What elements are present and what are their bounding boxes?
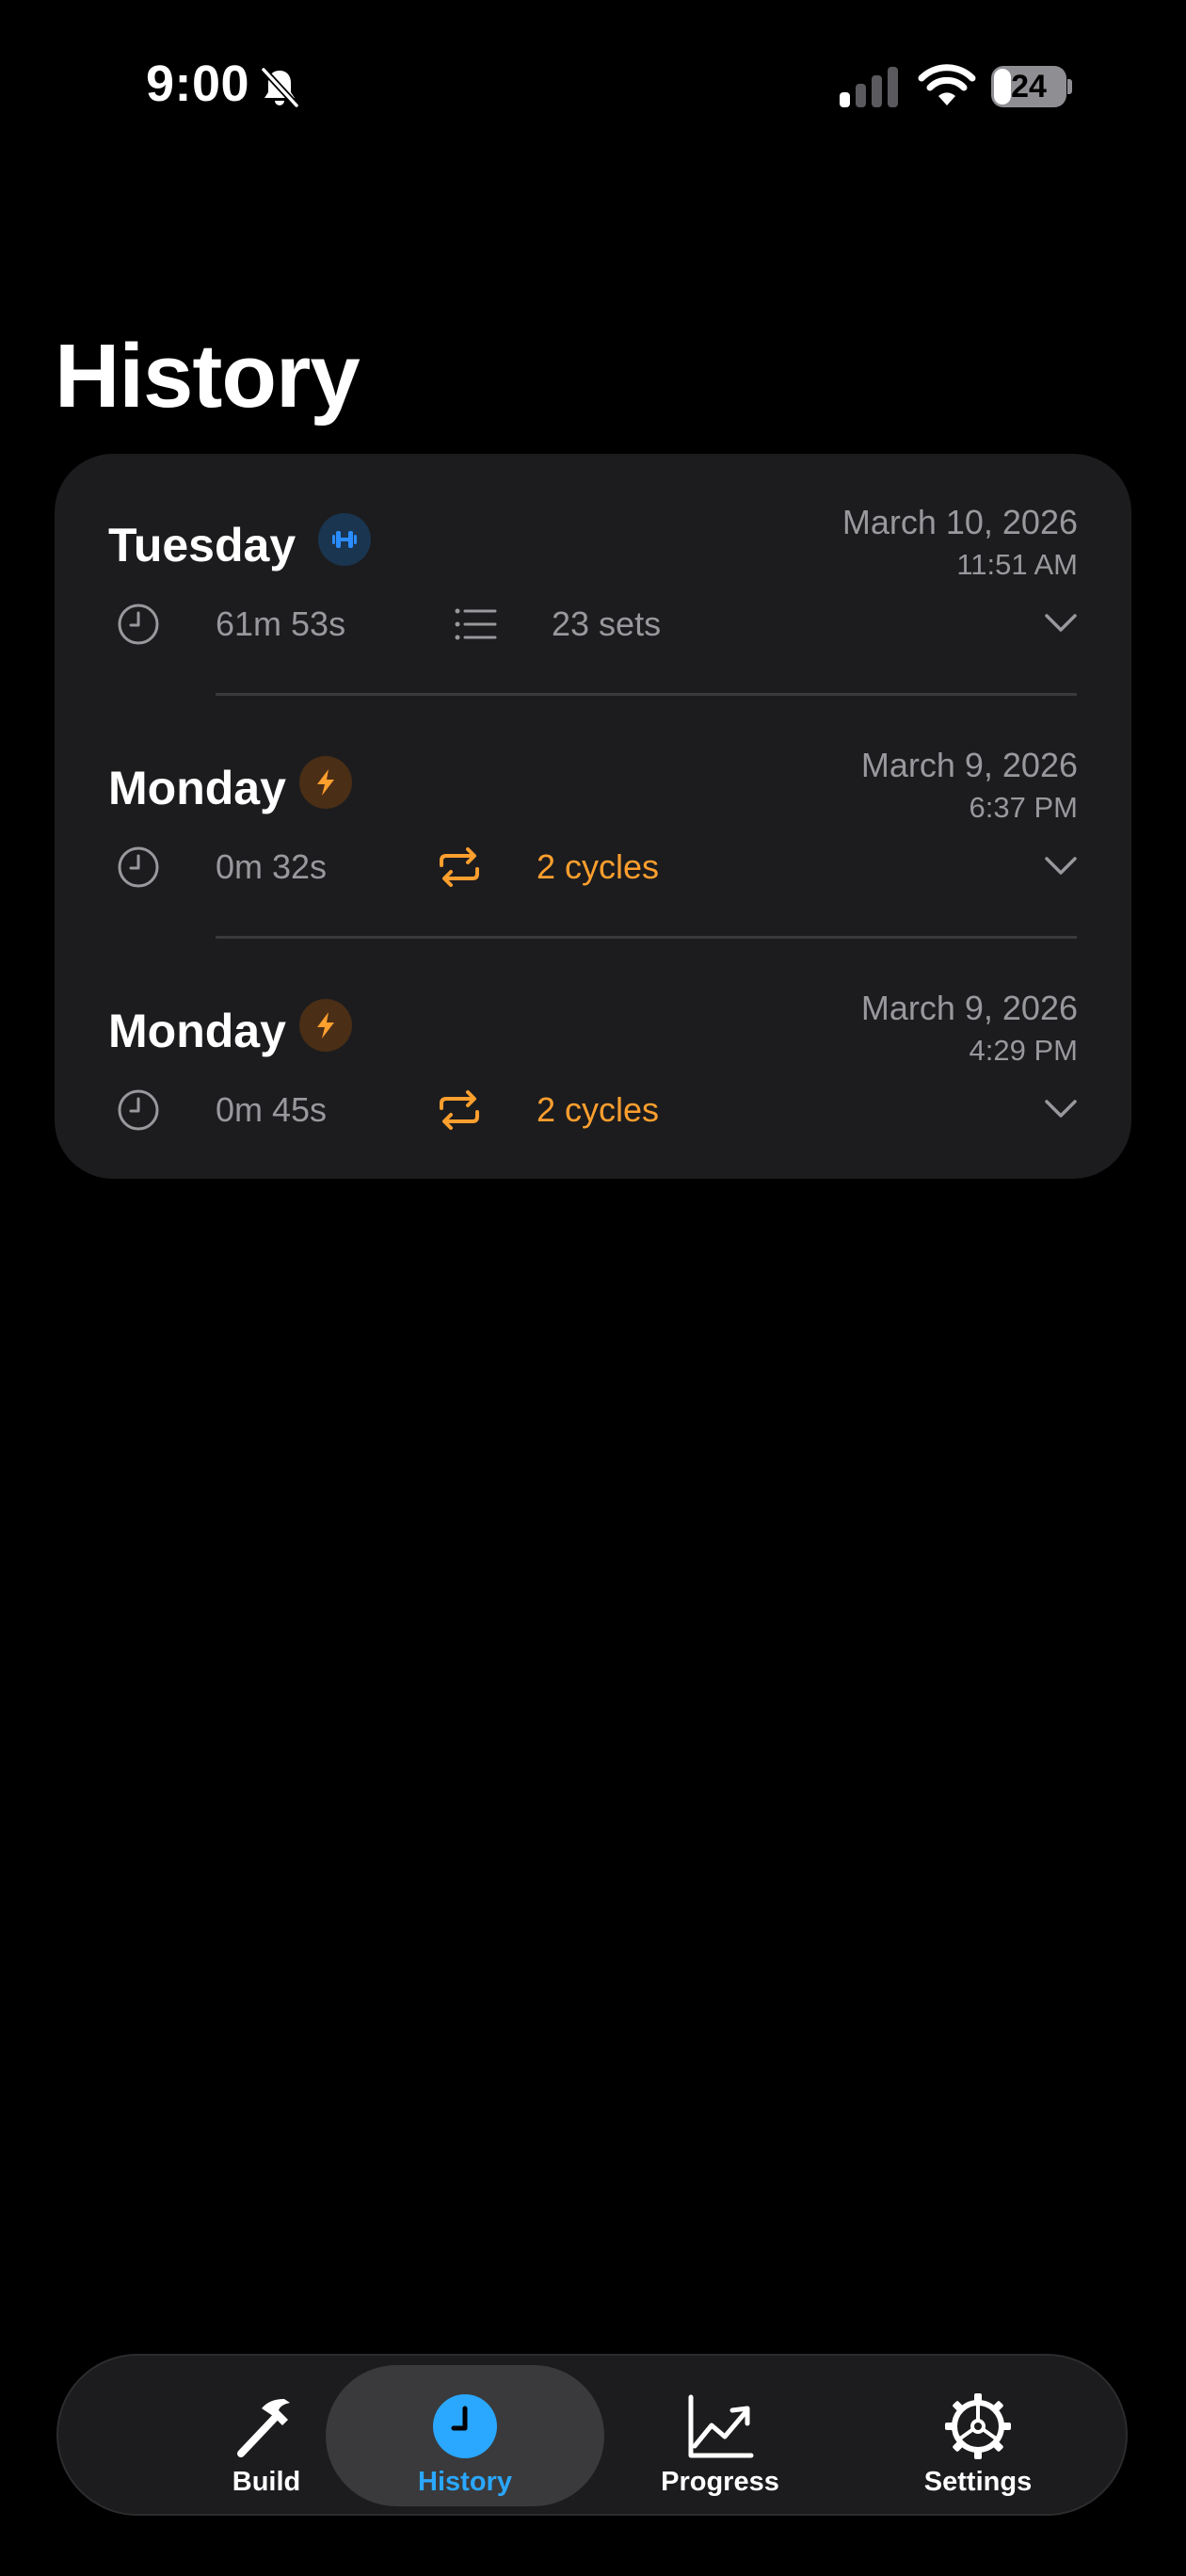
- tab-settings[interactable]: Settings: [860, 2365, 1096, 2506]
- entry-duration: 0m 32s: [216, 847, 328, 886]
- entry-day: Monday: [108, 762, 286, 814]
- chevron-down-icon[interactable]: [1044, 1098, 1078, 1120]
- entry-date: March 9, 2026: [860, 746, 1078, 784]
- clock-icon: [118, 846, 159, 888]
- interval-workout-badge: [299, 999, 352, 1052]
- chevron-down-icon[interactable]: [1044, 612, 1078, 635]
- battery-icon: 24: [991, 66, 1072, 107]
- wifi-icon: [918, 64, 976, 105]
- entry-duration: 0m 45s: [216, 1090, 328, 1129]
- gear-icon: [945, 2393, 1011, 2459]
- strength-workout-badge: [318, 513, 371, 566]
- battery-level: 24: [1011, 69, 1047, 105]
- bolt-icon: [317, 1012, 334, 1038]
- entry-day: Tuesday: [108, 519, 296, 572]
- signal-icon: [840, 67, 898, 107]
- tab-bar: Build History Progress Settings: [56, 2354, 1128, 2516]
- entry-time: 6:37 PM: [969, 791, 1078, 824]
- entry-cycles: 2 cycles: [537, 1090, 660, 1129]
- tab-label: Settings: [923, 2467, 1033, 2497]
- entry-time: 11:51 AM: [956, 548, 1078, 581]
- entry-cycles: 2 cycles: [537, 847, 660, 886]
- tab-progress[interactable]: Progress: [602, 2365, 838, 2506]
- interval-workout-badge: [299, 756, 352, 809]
- clock-icon: [118, 604, 159, 645]
- tab-history[interactable]: History: [326, 2365, 604, 2506]
- entry-time: 4:29 PM: [969, 1034, 1078, 1067]
- clock-icon: [433, 2394, 497, 2458]
- history-entry[interactable]: Tuesday March 10, 2026 11:51 AM 61m 53s: [55, 454, 1131, 697]
- tab-label: Progress: [661, 2467, 779, 2497]
- tab-label: History: [418, 2467, 512, 2497]
- divider: [216, 936, 1077, 939]
- bell-slash-icon: [260, 66, 300, 109]
- page-title: History: [55, 326, 361, 427]
- hammer-icon: [237, 2399, 290, 2457]
- entry-date: March 10, 2026: [841, 503, 1078, 541]
- chart-line-icon: [688, 2394, 754, 2458]
- list-icon: [455, 608, 497, 640]
- history-entry[interactable]: Monday March 9, 2026 6:37 PM 0m 32s 2 cy…: [55, 697, 1131, 940]
- repeat-icon: [440, 1090, 479, 1130]
- history-list-card: Tuesday March 10, 2026 11:51 AM 61m 53s: [55, 454, 1131, 1179]
- entry-sets: 23 sets: [552, 604, 662, 643]
- status-time: 9:00: [146, 56, 250, 112]
- dumbbell-icon: [332, 531, 357, 548]
- chevron-down-icon[interactable]: [1044, 855, 1078, 877]
- entry-date: March 9, 2026: [860, 989, 1078, 1027]
- clock-icon: [118, 1089, 159, 1131]
- entry-day: Monday: [108, 1005, 286, 1057]
- history-entry[interactable]: Monday March 9, 2026 4:29 PM 0m 45s 2 cy…: [55, 940, 1131, 1183]
- bolt-icon: [317, 769, 334, 796]
- history-screen: 9:00 24 History Tuesday March 10, 2026 1…: [0, 0, 1186, 2576]
- entry-duration: 61m 53s: [216, 604, 346, 643]
- repeat-icon: [440, 847, 479, 887]
- divider: [216, 693, 1077, 696]
